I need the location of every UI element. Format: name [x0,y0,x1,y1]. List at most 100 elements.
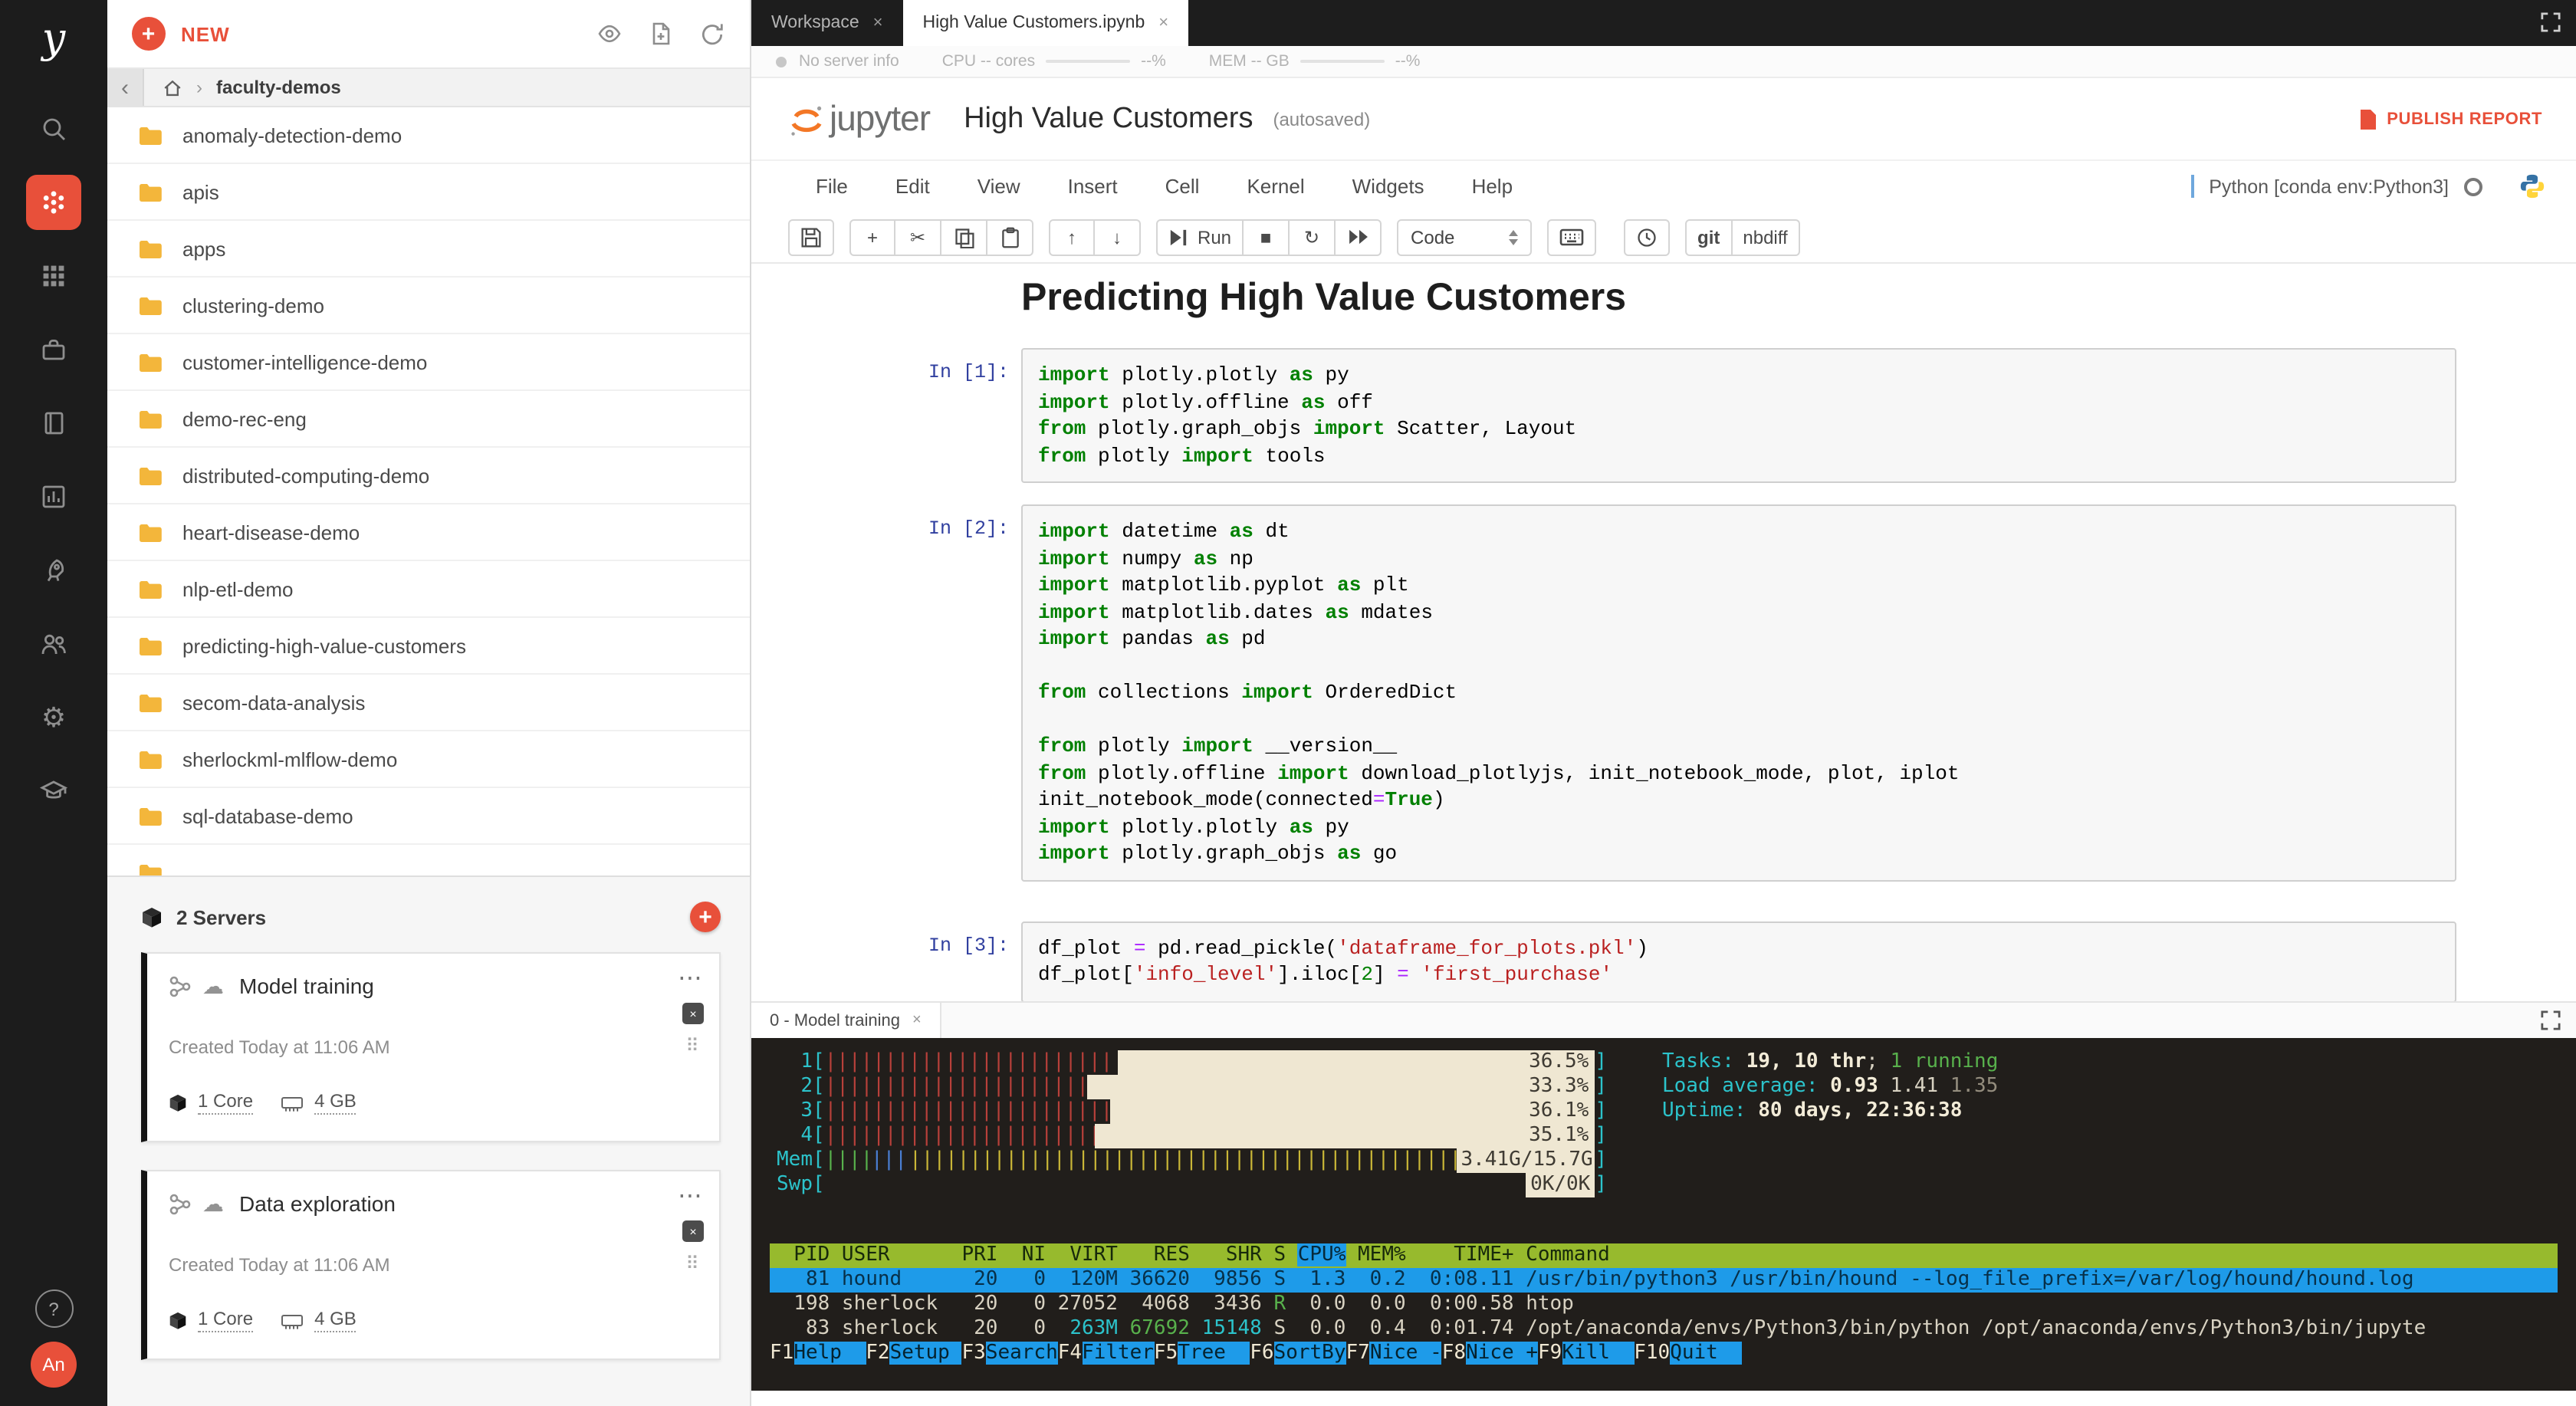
server-cores[interactable]: 1 Core [198,1308,253,1332]
restart-kernel-icon[interactable]: ↻ [1290,218,1336,255]
project-name[interactable]: faculty-demos [216,77,341,98]
search-icon[interactable] [26,101,81,156]
folder-row-partial[interactable] [107,845,750,877]
fkey-f7[interactable]: F7Nice - [1346,1342,1442,1366]
cut-cell-icon[interactable]: ✂ [895,218,941,255]
kernel-name[interactable]: Python [conda env:Python3] [2209,176,2449,197]
folder-row[interactable]: apis [107,164,750,221]
folder-row[interactable]: secom-data-analysis [107,675,750,731]
terminal-expand-icon[interactable] [2541,1010,2561,1030]
code-cell[interactable]: In [1]:import plotly.plotly as pyimport … [920,348,2456,483]
server-ram[interactable]: 4 GB [314,1090,356,1115]
menu-help[interactable]: Help [1472,175,1513,198]
folder-row[interactable]: demo-rec-eng [107,391,750,448]
paste-cell-icon[interactable] [987,218,1033,255]
close-icon[interactable]: × [912,1012,922,1029]
move-up-icon[interactable]: ↑ [1049,218,1095,255]
server-ram[interactable]: 4 GB [314,1308,356,1332]
copy-cell-icon[interactable] [941,218,987,255]
code-editor[interactable]: import datetime as dtimport numpy as npi… [1021,504,2456,881]
jupyter-logo[interactable]: jupyter [788,98,930,140]
library-journal-icon[interactable] [26,396,81,451]
folder-row[interactable]: sql-database-demo [107,788,750,845]
new-file-icon[interactable] [649,21,673,46]
run-button[interactable]: Run [1156,218,1244,255]
folder-row[interactable]: heart-disease-demo [107,504,750,561]
tab-notebook[interactable]: High Value Customers.ipynb × [903,0,1189,46]
process-row[interactable]: 81 hound 20 0 120M 36620 9856 S 1.3 0.2 … [770,1268,2558,1293]
process-row[interactable]: 83 sherlock 20 0 263M 67692 15148 S 0.0 … [770,1317,2558,1342]
terminal-box-icon[interactable]: × [682,1003,704,1024]
folder-row[interactable]: clustering-demo [107,278,750,334]
apps-grid-icon[interactable] [26,248,81,304]
code-editor[interactable]: import plotly.plotly as pyimport plotly.… [1021,348,2456,483]
add-cell-icon[interactable]: + [849,218,895,255]
drag-handle-icon[interactable]: ⠿ [685,1253,701,1274]
home-icon[interactable] [163,77,182,97]
folder-row[interactable]: nlp-etl-demo [107,561,750,618]
markdown-cell[interactable]: Predicting High Value Customers [920,276,2456,320]
new-button[interactable]: + NEW [132,17,230,51]
watch-eye-icon[interactable] [596,21,623,46]
code-editor[interactable]: df_plot = pd.read_pickle('dataframe_for_… [1021,921,2456,1001]
fkey-f2[interactable]: F2Setup [866,1342,961,1366]
close-icon[interactable]: × [873,14,883,32]
expand-icon[interactable] [2541,12,2561,32]
settings-gear-icon[interactable]: ⚙ [26,690,81,745]
move-down-icon[interactable]: ↓ [1095,218,1141,255]
folder-row[interactable]: anomaly-detection-demo [107,107,750,164]
clock-icon[interactable] [1624,218,1670,255]
folder-row[interactable]: predicting-high-value-customers [107,618,750,675]
fkey-f10[interactable]: F10Quit [1634,1342,1742,1366]
notebook-body[interactable]: Predicting High Value Customers In [1]:i… [751,264,2576,1001]
education-cap-icon[interactable] [26,764,81,819]
terminal-box-icon[interactable]: × [682,1220,704,1242]
process-row[interactable]: 198 sherlock 20 0 27052 4068 3436 R 0.0 … [770,1293,2558,1317]
jobs-briefcase-icon[interactable] [26,322,81,377]
terminal-tab[interactable]: 0 - Model training × [751,1003,941,1038]
fkey-f3[interactable]: F3Search [962,1342,1058,1366]
close-icon[interactable]: × [1158,14,1168,32]
folder-row[interactable]: apps [107,221,750,278]
command-palette-icon[interactable] [1547,218,1596,255]
refresh-icon[interactable] [699,21,725,47]
code-cell[interactable]: In [3]:df_plot = pd.read_pickle('datafra… [920,921,2456,1001]
menu-cell[interactable]: Cell [1165,175,1200,198]
server-card[interactable]: ☁ Model training ⋯ × ⠿ Created Today at … [141,952,721,1142]
teams-users-icon[interactable] [26,616,81,672]
publish-report-button[interactable]: PUBLISH REPORT [2359,108,2542,130]
menu-widgets[interactable]: Widgets [1352,175,1424,198]
card-menu-icon[interactable]: ⋯ [678,963,702,994]
tab-workspace[interactable]: Workspace × [751,0,903,46]
nbdiff-button[interactable]: nbdiff [1732,218,1799,255]
card-menu-icon[interactable]: ⋯ [678,1181,702,1211]
menu-view[interactable]: View [978,175,1020,198]
menu-edit[interactable]: Edit [895,175,930,198]
server-cores[interactable]: 1 Core [198,1090,253,1115]
drag-handle-icon[interactable]: ⠿ [685,1035,701,1056]
reports-chart-icon[interactable] [26,469,81,524]
server-card[interactable]: ☁ Data exploration ⋯ × ⠿ Created Today a… [141,1170,721,1360]
git-button[interactable]: git [1685,218,1732,255]
help-button[interactable]: ? [34,1289,73,1328]
folder-row[interactable]: customer-intelligence-demo [107,334,750,391]
terminal-screen[interactable]: 1[||||||||||||||||||||||||||||||||||||||… [751,1038,2576,1391]
fkey-f9[interactable]: F9Kill [1538,1342,1634,1366]
fkey-f4[interactable]: F4Filter [1058,1342,1154,1366]
folder-row[interactable]: distributed-computing-demo [107,448,750,504]
folder-row[interactable]: sherlockml-mlflow-demo [107,731,750,788]
menu-kernel[interactable]: Kernel [1247,175,1304,198]
faculty-logo[interactable]: y [42,12,66,67]
fkey-f1[interactable]: F1Help [770,1342,866,1366]
fkey-f8[interactable]: F8Nice + [1442,1342,1538,1366]
fkey-f6[interactable]: F6SortBy [1250,1342,1346,1366]
restart-run-all-icon[interactable] [1336,218,1382,255]
add-server-button[interactable]: + [690,902,721,932]
menu-file[interactable]: File [816,175,848,198]
cell-type-select[interactable]: Code [1397,218,1532,255]
code-cell[interactable]: In [2]:import datetime as dtimport numpy… [920,504,2456,881]
save-icon[interactable] [788,218,834,255]
stop-icon[interactable]: ■ [1244,218,1290,255]
menu-insert[interactable]: Insert [1068,175,1118,198]
projects-cluster-icon[interactable] [26,175,81,230]
